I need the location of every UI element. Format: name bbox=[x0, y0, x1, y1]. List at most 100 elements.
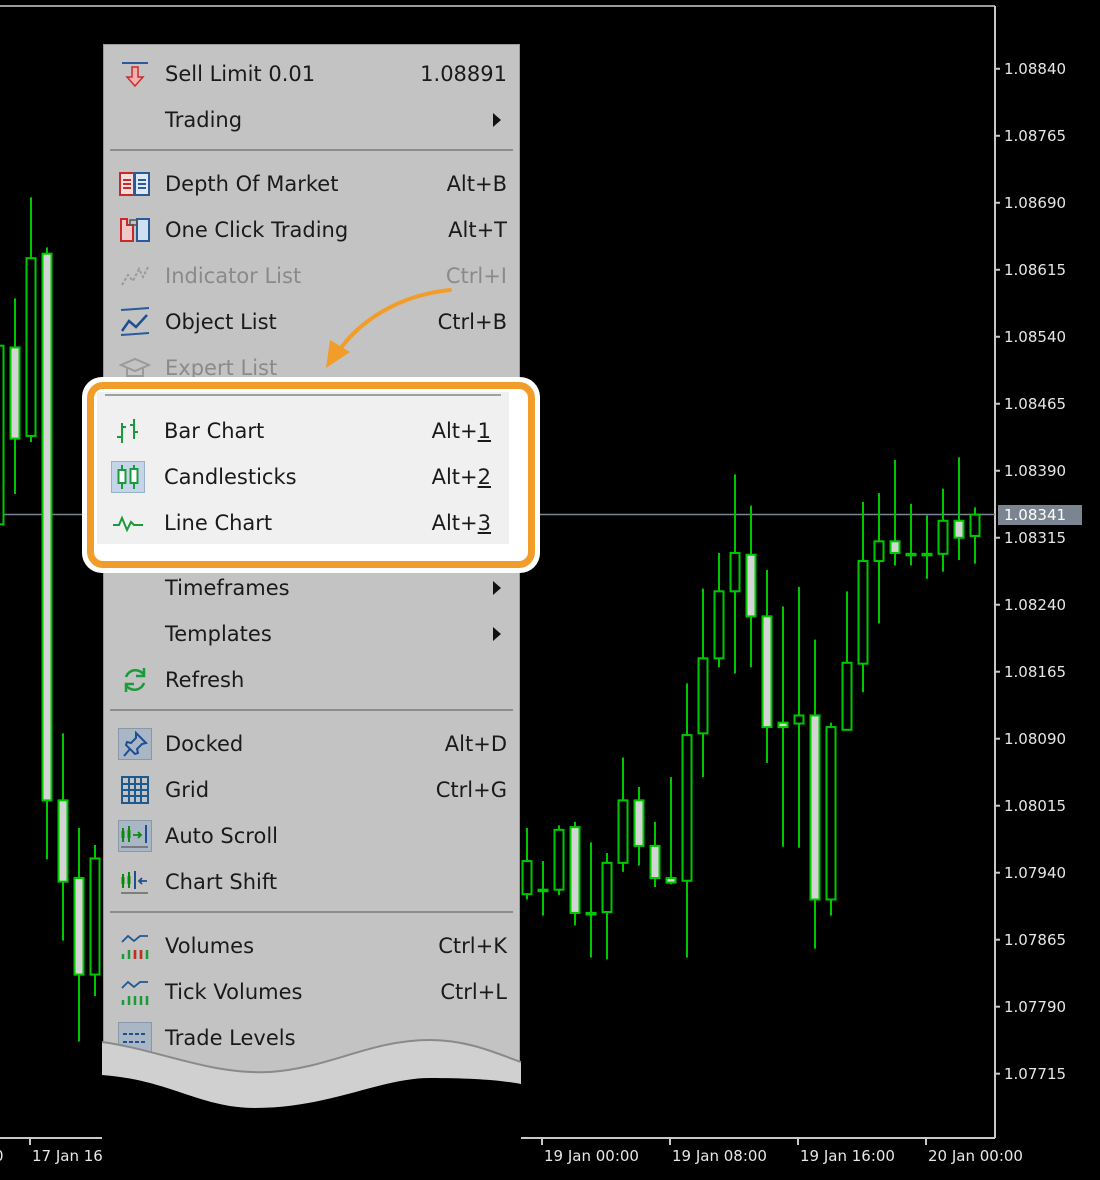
candle-body bbox=[969, 513, 981, 537]
menu-label: Indicator List bbox=[165, 264, 302, 288]
candle-body bbox=[9, 346, 21, 440]
menu-item-docked[interactable]: Docked Alt+D bbox=[104, 722, 519, 766]
candle-body bbox=[665, 877, 677, 884]
grid-icon bbox=[118, 774, 152, 806]
menu-label: Sell Limit 0.01 bbox=[165, 62, 316, 86]
menu-item-depth-of-market[interactable]: Depth Of Market Alt+B bbox=[104, 162, 519, 206]
shortcut-prefix: Alt+ bbox=[431, 465, 478, 489]
shortcut-prefix: Alt+ bbox=[431, 419, 478, 443]
price-tick-label: 1.08090 bbox=[1004, 729, 1067, 748]
candle bbox=[89, 845, 101, 996]
menu-item-grid[interactable]: Grid Ctrl+G bbox=[104, 768, 519, 812]
candle-body bbox=[873, 540, 885, 562]
menu-shortcut: Ctrl+I bbox=[445, 264, 507, 288]
candle-body bbox=[697, 657, 709, 735]
candle-body bbox=[25, 257, 37, 437]
candle-body bbox=[57, 799, 69, 883]
menu-label: Trading bbox=[165, 108, 243, 132]
price-tick-label: 1.07940 bbox=[1004, 863, 1067, 882]
candle-body bbox=[617, 799, 629, 864]
menu-separator bbox=[105, 394, 501, 396]
object-list-icon bbox=[118, 306, 152, 338]
line-chart-icon bbox=[111, 507, 145, 539]
tick-volumes-icon bbox=[118, 976, 152, 1008]
price-tick-label: 1.08465 bbox=[1004, 394, 1067, 413]
candle-body bbox=[857, 559, 869, 665]
menu-label: One Click Trading bbox=[165, 218, 349, 242]
time-tick-label: 17 Jan 16:00 bbox=[32, 1147, 127, 1165]
price-tick-label: 1.08390 bbox=[1004, 461, 1067, 480]
menu-item-trading[interactable]: Trading bbox=[104, 98, 519, 142]
menu-label: Docked bbox=[165, 732, 244, 756]
candle-body bbox=[73, 877, 85, 976]
price-tick-label: 1.08315 bbox=[1004, 528, 1067, 547]
menu-item-one-click-trading[interactable]: One Click Trading Alt+T bbox=[104, 208, 519, 252]
candle-body bbox=[553, 828, 565, 891]
menu-shortcut: Ctrl+K bbox=[438, 934, 507, 958]
menu-item-auto-scroll[interactable]: Auto Scroll bbox=[104, 814, 519, 858]
menu-separator bbox=[110, 911, 513, 913]
time-tick-label: 18 Jan 16:00 bbox=[416, 1147, 511, 1165]
menu-shortcut: Ctrl+B bbox=[437, 310, 507, 334]
menu-item-templates[interactable]: Templates bbox=[104, 612, 519, 656]
candle bbox=[569, 821, 581, 926]
price-tick-label: 1.08765 bbox=[1004, 126, 1067, 145]
menu-item-sell-limit[interactable]: Sell Limit 0.01 1.08891 bbox=[104, 52, 519, 96]
time-tick-label: 19 Jan 16:00 bbox=[800, 1147, 895, 1165]
menu-item-trade-levels[interactable]: Trade Levels bbox=[104, 1016, 519, 1060]
candle-body bbox=[953, 519, 965, 539]
candle-body bbox=[841, 661, 853, 731]
time-tick-label: 18 Jan 08:00 bbox=[288, 1147, 383, 1165]
menu-label: Refresh bbox=[165, 668, 245, 692]
menu-item-indicator-list[interactable]: Indicator List Ctrl+I bbox=[104, 254, 519, 298]
candle bbox=[0, 344, 5, 526]
candle bbox=[553, 825, 565, 896]
candle-body bbox=[777, 721, 789, 729]
pin-icon bbox=[118, 728, 152, 760]
candle-body bbox=[649, 844, 661, 880]
menu-label: Timeframes bbox=[165, 576, 290, 600]
price-tick-label: 1.08540 bbox=[1004, 327, 1067, 346]
candle-body bbox=[89, 857, 101, 976]
shortcut-key: 2 bbox=[477, 465, 491, 489]
menu-label: Bar Chart bbox=[164, 419, 265, 443]
candle bbox=[825, 722, 837, 916]
candle-body bbox=[809, 714, 821, 901]
menu-label: Tick Volumes bbox=[165, 980, 303, 1004]
price-tick-label: 1.07790 bbox=[1004, 997, 1067, 1016]
candle-body bbox=[825, 726, 837, 901]
highlight-box: Bar Chart Alt+1 Candlesticks Alt+2 Line … bbox=[82, 377, 540, 573]
time-tick-label: 18 Jan 00:00 bbox=[160, 1147, 255, 1165]
refresh-icon bbox=[118, 664, 152, 696]
menu-item-candlesticks[interactable]: Candlesticks Alt+2 bbox=[97, 455, 509, 499]
shortcut-key: 1 bbox=[477, 419, 491, 443]
menu-label: Trade Levels bbox=[165, 1026, 296, 1050]
candle-body bbox=[681, 734, 693, 882]
shortcut-key: 3 bbox=[477, 511, 491, 535]
menu-label: Auto Scroll bbox=[165, 824, 278, 848]
menu-item-line-chart[interactable]: Line Chart Alt+3 bbox=[97, 501, 509, 545]
menu-separator bbox=[110, 709, 513, 711]
submenu-arrow-icon bbox=[493, 627, 501, 641]
menu-item-bar-chart[interactable]: Bar Chart Alt+1 bbox=[97, 409, 509, 453]
trade-levels-icon bbox=[118, 1022, 152, 1054]
menu-shortcut: Alt+2 bbox=[432, 465, 491, 489]
menu-shortcut: Alt+3 bbox=[432, 511, 491, 535]
menu-item-refresh[interactable]: Refresh bbox=[104, 658, 519, 702]
menu-shortcut: Alt+D bbox=[444, 732, 507, 756]
candle-body bbox=[905, 552, 917, 557]
candle-body bbox=[537, 888, 549, 893]
bid-price-label: 1.08341 bbox=[998, 504, 1082, 525]
candlesticks-icon bbox=[111, 461, 145, 493]
menu-item-object-list[interactable]: Object List Ctrl+B bbox=[104, 300, 519, 344]
menu-item-volumes[interactable]: Volumes Ctrl+K bbox=[104, 924, 519, 968]
candle-body bbox=[761, 615, 773, 729]
price-tick-label: 1.07865 bbox=[1004, 930, 1067, 949]
menu-label: Grid bbox=[165, 778, 210, 802]
menu-shortcut: Alt+1 bbox=[432, 419, 491, 443]
menu-item-tick-volumes[interactable]: Tick Volumes Ctrl+L bbox=[104, 970, 519, 1014]
bar-chart-icon bbox=[111, 415, 145, 447]
candle-body bbox=[601, 861, 613, 914]
menu-item-chart-shift[interactable]: Chart Shift bbox=[104, 860, 519, 904]
chart-type-group: Bar Chart Alt+1 Candlesticks Alt+2 Line … bbox=[97, 392, 509, 544]
